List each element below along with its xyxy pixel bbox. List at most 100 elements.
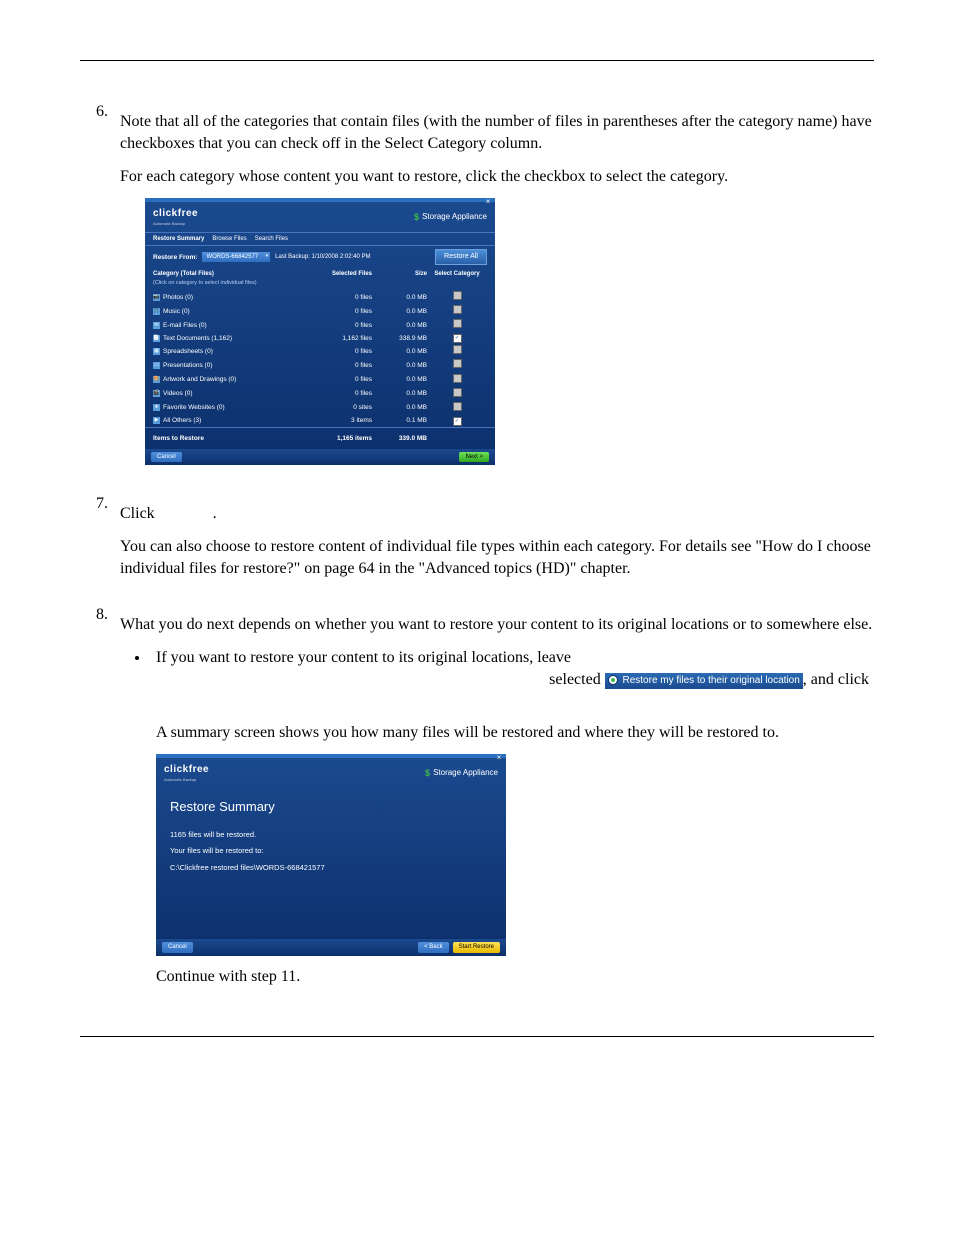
category-icon: ▭ [153,362,160,369]
category-name: Text Documents (1,162) [163,334,232,343]
step-7-number: 7. [80,493,120,590]
summary-line-2: Your files will be restored to: [170,846,492,857]
category-row[interactable]: 📄 Text Documents (1,162) 1,162 files 338… [145,332,495,344]
next-button[interactable]: Next > [459,452,489,462]
category-checkbox[interactable] [453,319,462,328]
category-files: 0 sites [317,403,372,412]
category-checkbox[interactable] [453,291,462,300]
clickfree-restore-window: × clickfree Automatic Backup $ Storage A… [145,198,495,465]
category-row[interactable]: ★ Favorite Websites (0) 0 sites 0.0 MB [145,401,495,415]
category-name: Music (0) [163,307,190,316]
title-bar-2: × [156,754,506,758]
brand-name: clickfree [153,207,198,221]
title-bar: × [145,198,495,202]
category-list: 📷 Photos (0) 0 files 0.0 MB 🎵 Music (0) … [145,290,495,427]
category-files: 0 files [317,321,372,330]
cancel-button-2[interactable]: Cancel [162,942,193,952]
category-files: 0 files [317,293,372,302]
start-restore-button[interactable]: Start Restore [453,942,500,952]
category-row[interactable]: 🎬 Videos (0) 0 files 0.0 MB [145,387,495,401]
chevron-down-icon: ▾ [266,253,269,260]
category-row[interactable]: 🎵 Music (0) 0 files 0.0 MB [145,304,495,318]
restore-summary-title: Restore Summary [170,798,492,816]
items-to-restore-label: Items to Restore [153,434,317,443]
category-checkbox[interactable]: ✓ [453,334,462,343]
category-row[interactable]: ✉ E-mail Files (0) 0 files 0.0 MB [145,318,495,332]
category-icon: ▶ [153,417,160,424]
category-size: 0.1 MB [372,416,427,425]
category-size: 0.0 MB [372,389,427,398]
category-checkbox[interactable] [453,402,462,411]
category-row[interactable]: ▭ Presentations (0) 0 files 0.0 MB [145,358,495,372]
restore-summary-window: × clickfree Automatic Backup $ Storage A… [156,754,506,956]
brand-name-2: clickfree [164,763,209,777]
restore-from-dropdown[interactable]: WORDS-66842577 ▾ [202,252,270,262]
bullet-1-text-3a: , and click [803,671,869,688]
category-checkbox[interactable] [453,345,462,354]
category-row[interactable]: 📷 Photos (0) 0 files 0.0 MB [145,290,495,304]
back-button[interactable]: < Back [418,942,449,952]
category-files: 3 items [317,416,372,425]
radio-icon [608,675,618,685]
category-files: 1,162 files [317,334,372,343]
cancel-button[interactable]: Cancel [151,452,182,462]
tab-search-files[interactable]: Search Files [255,235,288,243]
category-name: Photos (0) [163,293,193,302]
tab-browse-files[interactable]: Browse Files [212,235,246,243]
category-name: Spreadsheets (0) [163,347,213,356]
category-name: All Others (3) [163,416,201,425]
category-icon: 🎵 [153,308,160,315]
category-icon: 📄 [153,335,160,342]
category-files: 0 files [317,375,372,384]
category-icon: ★ [153,404,160,411]
category-row[interactable]: ▦ Spreadsheets (0) 0 files 0.0 MB [145,344,495,358]
category-name: Videos (0) [163,389,193,398]
summary-line-3: C:\Clickfree restored files\WORDS-668421… [170,863,492,874]
category-checkbox[interactable] [453,305,462,314]
col-size: Size [372,270,427,278]
step-6-para-2: For each category whose content you want… [120,166,874,188]
category-size: 0.0 MB [372,293,427,302]
category-hint: (Click on category to select individual … [145,280,495,290]
top-rule [80,60,874,61]
items-to-restore-size: 339.0 MB [372,434,427,443]
close-icon[interactable]: × [483,196,493,207]
category-size: 338.9 MB [372,334,427,343]
dollar-icon-2: $ [425,767,430,780]
last-backup-label: Last Backup: 1/10/2008 2:02:40 PM [275,253,370,261]
continue-text: Continue with step 11. [156,966,874,988]
category-checkbox[interactable]: ✓ [453,417,462,426]
col-selected-files: Selected Files [317,270,372,278]
category-checkbox[interactable] [453,374,462,383]
step-8-para-1: What you do next depends on whether you … [120,614,874,636]
summary-intro: A summary screen shows you how many file… [156,722,874,744]
bullet-1-text-2: selected [549,671,601,688]
step-6-para-1: Note that all of the categories that con… [120,111,874,156]
category-files: 0 files [317,347,372,356]
summary-line-1: 1165 files will be restored. [170,830,492,841]
brand-logo: $ Storage Appliance [414,211,487,224]
category-icon: 🎬 [153,390,160,397]
category-row[interactable]: 🎨 Artwork and Drawings (0) 0 files 0.0 M… [145,373,495,387]
category-icon: ✉ [153,322,160,329]
tab-restore-summary[interactable]: Restore Summary [153,235,204,243]
category-checkbox[interactable] [453,388,462,397]
category-icon: ▦ [153,348,160,355]
category-name: Artwork and Drawings (0) [163,375,236,384]
restore-original-location-radio[interactable]: Restore my files to their original locat… [605,673,803,689]
category-size: 0.0 MB [372,307,427,316]
category-files: 0 files [317,361,372,370]
col-category: Category (Total Files) [153,270,317,278]
bottom-rule [80,1036,874,1037]
restore-from-label: Restore From: [153,253,197,262]
step-6-number: 6. [80,101,120,479]
bullet-1-text-1: If you want to restore your content to i… [156,649,571,666]
category-size: 0.0 MB [372,347,427,356]
category-size: 0.0 MB [372,361,427,370]
category-row[interactable]: ▶ All Others (3) 3 items 0.1 MB ✓ [145,415,495,427]
close-icon-2[interactable]: × [494,752,504,763]
category-size: 0.0 MB [372,375,427,384]
category-name: E-mail Files (0) [163,321,207,330]
category-checkbox[interactable] [453,359,462,368]
restore-all-button[interactable]: Restore All [435,249,487,265]
